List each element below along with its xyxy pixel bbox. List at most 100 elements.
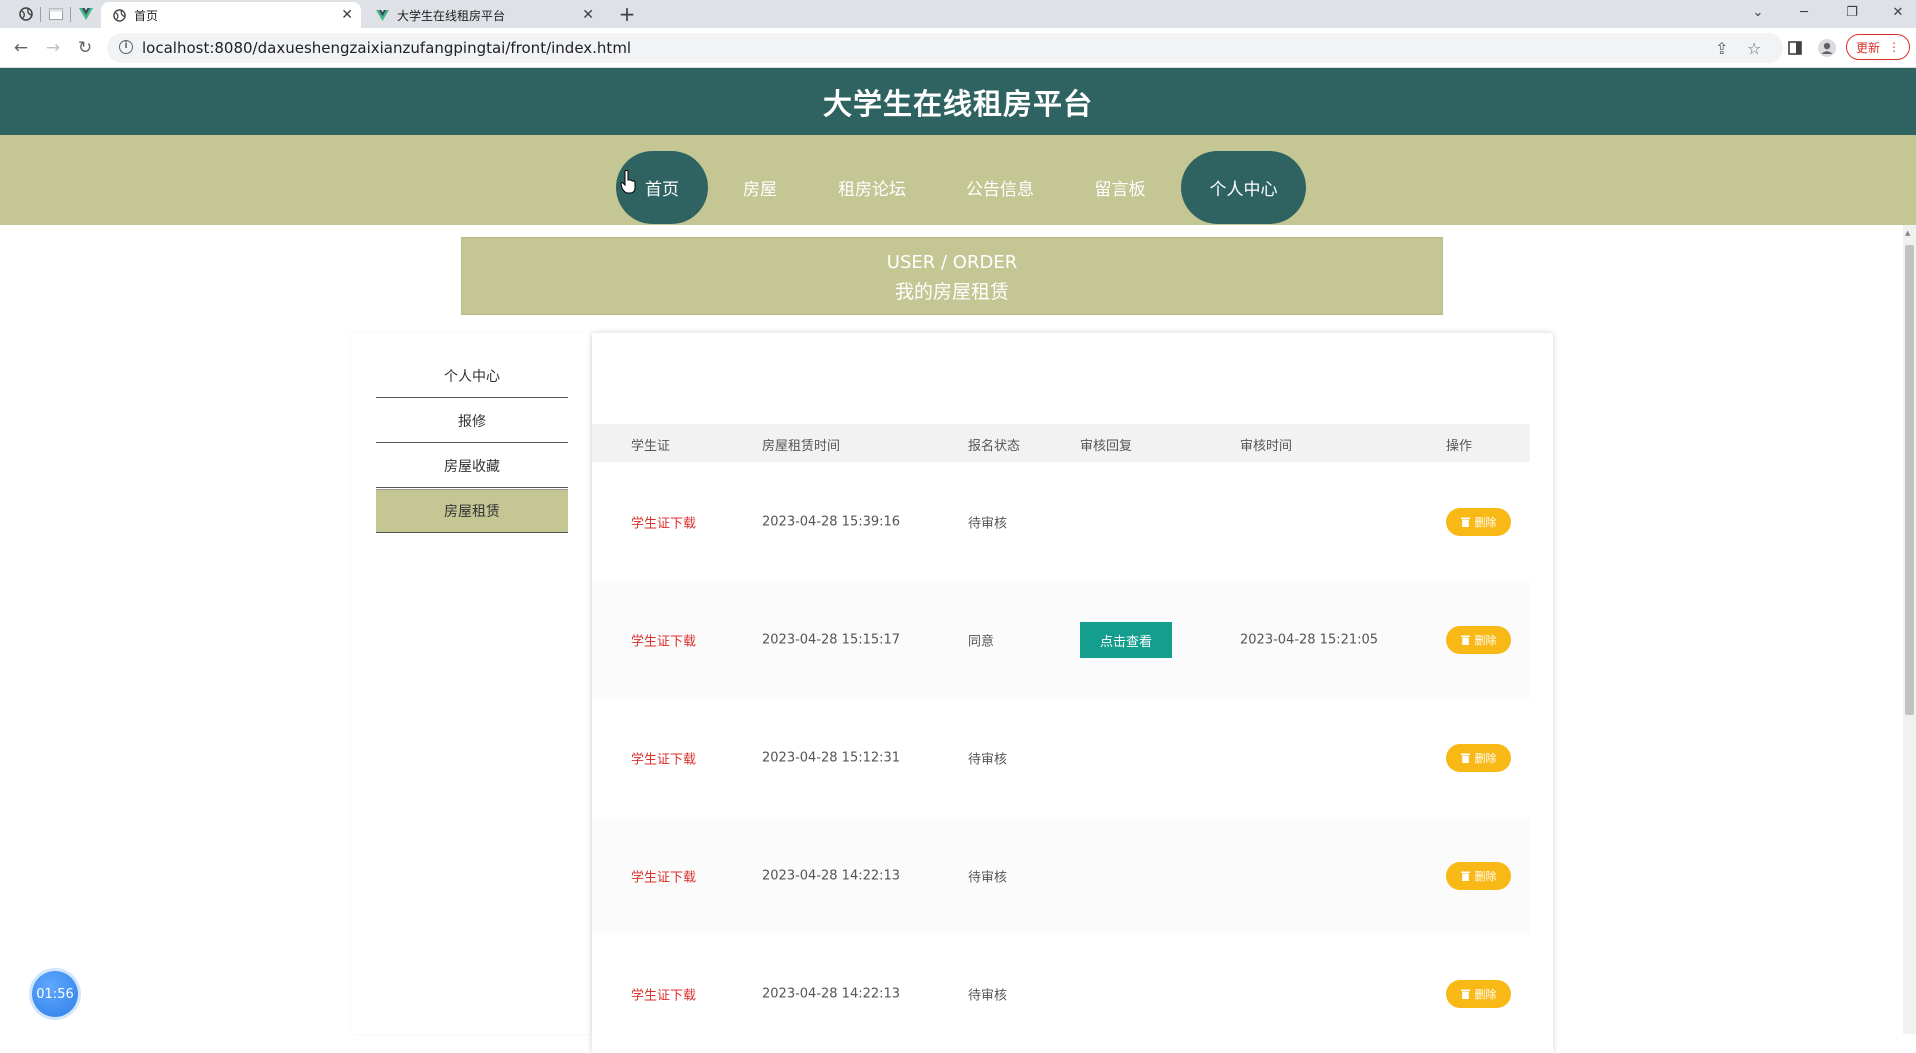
nav-announcements[interactable]: 公告信息 (950, 151, 1050, 224)
column-header: 审核时间 (1240, 439, 1293, 454)
tab-label: 首页 (134, 8, 159, 23)
site-header: 大学生在线租房平台 (0, 68, 1916, 135)
table-row: 学生证下载 2023-04-28 14:22:13 待审核 删除 (592, 935, 1530, 1053)
minimize-button[interactable]: ─ (1786, 0, 1822, 24)
student-card-download-link[interactable]: 学生证下载 (631, 985, 696, 1004)
nav-label: 公告信息 (966, 180, 1034, 200)
hand-cursor-icon (620, 170, 636, 194)
reload-icon[interactable]: ↻ (73, 36, 97, 60)
info-icon[interactable]: i (119, 40, 133, 54)
student-card-download-link[interactable]: 学生证下载 (631, 631, 696, 650)
delete-button[interactable]: 删除 (1446, 508, 1511, 536)
scroll-up-arrow-icon[interactable]: ▲ (1905, 229, 1910, 237)
tab-separator (70, 7, 71, 22)
view-reply-label: 点击查看 (1099, 634, 1152, 650)
new-tab-button[interactable]: + (614, 2, 640, 26)
close-icon[interactable]: ✕ (582, 7, 594, 23)
sidebar-item-rental[interactable]: 房屋租赁 (376, 489, 568, 533)
page-icon (49, 8, 63, 20)
status-text: 待审核 (968, 870, 1008, 886)
forward-arrow-icon[interactable]: → (41, 36, 65, 60)
nav-personal-center[interactable]: 个人中心 (1181, 151, 1306, 224)
rental-time: 2023-04-28 15:12:31 (762, 750, 901, 766)
tab-platform[interactable]: 大学生在线租房平台 ✕ (364, 2, 602, 28)
nav-message-board[interactable]: 留言板 (1080, 151, 1160, 224)
table-row: 学生证下载 2023-04-28 15:15:17 同意 点击查看 2023-0… (592, 581, 1530, 699)
student-card-download-link[interactable]: 学生证下载 (631, 867, 696, 886)
tab-home[interactable]: 首页 ✕ (101, 2, 361, 28)
recording-timer-badge[interactable]: 01:56 (32, 971, 78, 1017)
column-header: 审核回复 (1080, 439, 1133, 454)
tab-label: 大学生在线租房平台 (397, 8, 506, 23)
column-header: 操作 (1446, 439, 1473, 454)
delete-button[interactable]: 删除 (1446, 744, 1511, 772)
more-vert-icon: ⋮ (1888, 40, 1900, 54)
column-header: 学生证 (631, 439, 671, 454)
table-row: 学生证下载 2023-04-28 15:39:16 待审核 删除 (592, 463, 1530, 581)
vue-logo-icon (79, 8, 93, 20)
delete-label: 删除 (1474, 988, 1497, 1001)
nav-forum[interactable]: 租房论坛 (822, 151, 922, 224)
pinned-tab-blank[interactable] (42, 3, 70, 25)
sidebar-item-favorites[interactable]: 房屋收藏 (376, 444, 568, 488)
pinned-tab-vue[interactable] (72, 3, 100, 25)
url-text[interactable]: localhost:8080/daxueshengzaixianzufangpi… (142, 39, 631, 57)
sidebar-item-repair[interactable]: 报修 (376, 399, 568, 443)
sidebar: 个人中心 报修 房屋收藏 房屋租赁 (351, 333, 591, 1034)
nav-label: 留言板 (1094, 180, 1146, 200)
column-header: 房屋租赁时间 (762, 439, 841, 454)
student-card-download-link[interactable]: 学生证下载 (631, 513, 696, 532)
page-scrollbar-thumb[interactable] (1905, 245, 1914, 715)
update-button[interactable]: 更新 ⋮ (1846, 34, 1910, 60)
table-header: 学生证 房屋租赁时间 报名状态 审核回复 审核时间 操作 (592, 424, 1530, 462)
side-panel-icon[interactable] (1784, 37, 1806, 59)
view-reply-button[interactable]: 点击查看 (1080, 622, 1172, 658)
nav-label: 首页 (645, 180, 679, 200)
table-row: 学生证下载 2023-04-28 14:22:13 待审核 删除 (592, 817, 1530, 935)
sidebar-item-label: 个人中心 (444, 368, 500, 385)
banner-title-zh: 我的房屋租赁 (894, 281, 1009, 303)
delete-button[interactable]: 删除 (1446, 862, 1511, 890)
sidebar-item-personal-center[interactable]: 个人中心 (376, 354, 568, 398)
bookmark-star-icon[interactable]: ☆ (1747, 39, 1761, 58)
site-title: 大学生在线租房平台 (822, 86, 1093, 121)
nav-label: 租房论坛 (838, 180, 906, 200)
address-toolbar: ← → ↻ i localhost:8080/daxueshengzaixian… (0, 28, 1916, 68)
student-card-download-link[interactable]: 学生证下载 (631, 749, 696, 768)
sidebar-item-label: 房屋租赁 (444, 504, 500, 520)
restore-button[interactable]: ❐ (1834, 0, 1870, 24)
share-icon[interactable]: ⇪ (1715, 39, 1728, 58)
window-close-button[interactable]: ✕ (1880, 0, 1916, 24)
nav-label: 个人中心 (1209, 180, 1278, 200)
close-icon[interactable]: ✕ (341, 7, 353, 23)
timer-label: 01:56 (36, 986, 74, 1002)
rental-panel: 学生证 房屋租赁时间 报名状态 审核回复 审核时间 操作 学生证下载 2023-… (592, 333, 1553, 1053)
column-header: 报名状态 (968, 439, 1021, 454)
nav-label: 房屋 (743, 180, 777, 200)
back-arrow-icon[interactable]: ← (9, 36, 33, 60)
rental-time: 2023-04-28 15:39:16 (762, 514, 901, 530)
pinned-tab-globe[interactable] (12, 3, 40, 25)
delete-label: 删除 (1474, 516, 1497, 529)
nav-house[interactable]: 房屋 (722, 151, 798, 224)
vue-logo-icon (376, 9, 389, 21)
browser-tab-strip: 首页 ✕ 大学生在线租房平台 ✕ + ⌄ ─ ❐ ✕ (0, 0, 1916, 28)
status-text: 待审核 (968, 752, 1008, 768)
delete-label: 删除 (1474, 870, 1497, 883)
rental-time: 2023-04-28 14:22:13 (762, 986, 901, 1002)
trash-icon (1460, 989, 1470, 999)
tab-search-chevron-icon[interactable]: ⌄ (1740, 0, 1776, 24)
trash-icon (1460, 635, 1470, 645)
delete-button[interactable]: 删除 (1446, 980, 1511, 1008)
profile-avatar-icon[interactable] (1816, 37, 1838, 59)
globe-icon (19, 7, 33, 21)
tab-separator (40, 7, 41, 22)
trash-icon (1460, 753, 1470, 763)
globe-icon (113, 8, 126, 22)
status-text: 待审核 (968, 988, 1008, 1004)
main-nav: 首页 房屋 租房论坛 公告信息 留言板 个人中心 (0, 135, 1916, 225)
table-row: 学生证下载 2023-04-28 15:12:31 待审核 删除 (592, 699, 1530, 817)
address-bar[interactable]: i localhost:8080/daxueshengzaixianzufang… (107, 33, 1783, 63)
rental-time: 2023-04-28 15:15:17 (762, 632, 901, 648)
delete-button[interactable]: 删除 (1446, 626, 1511, 654)
